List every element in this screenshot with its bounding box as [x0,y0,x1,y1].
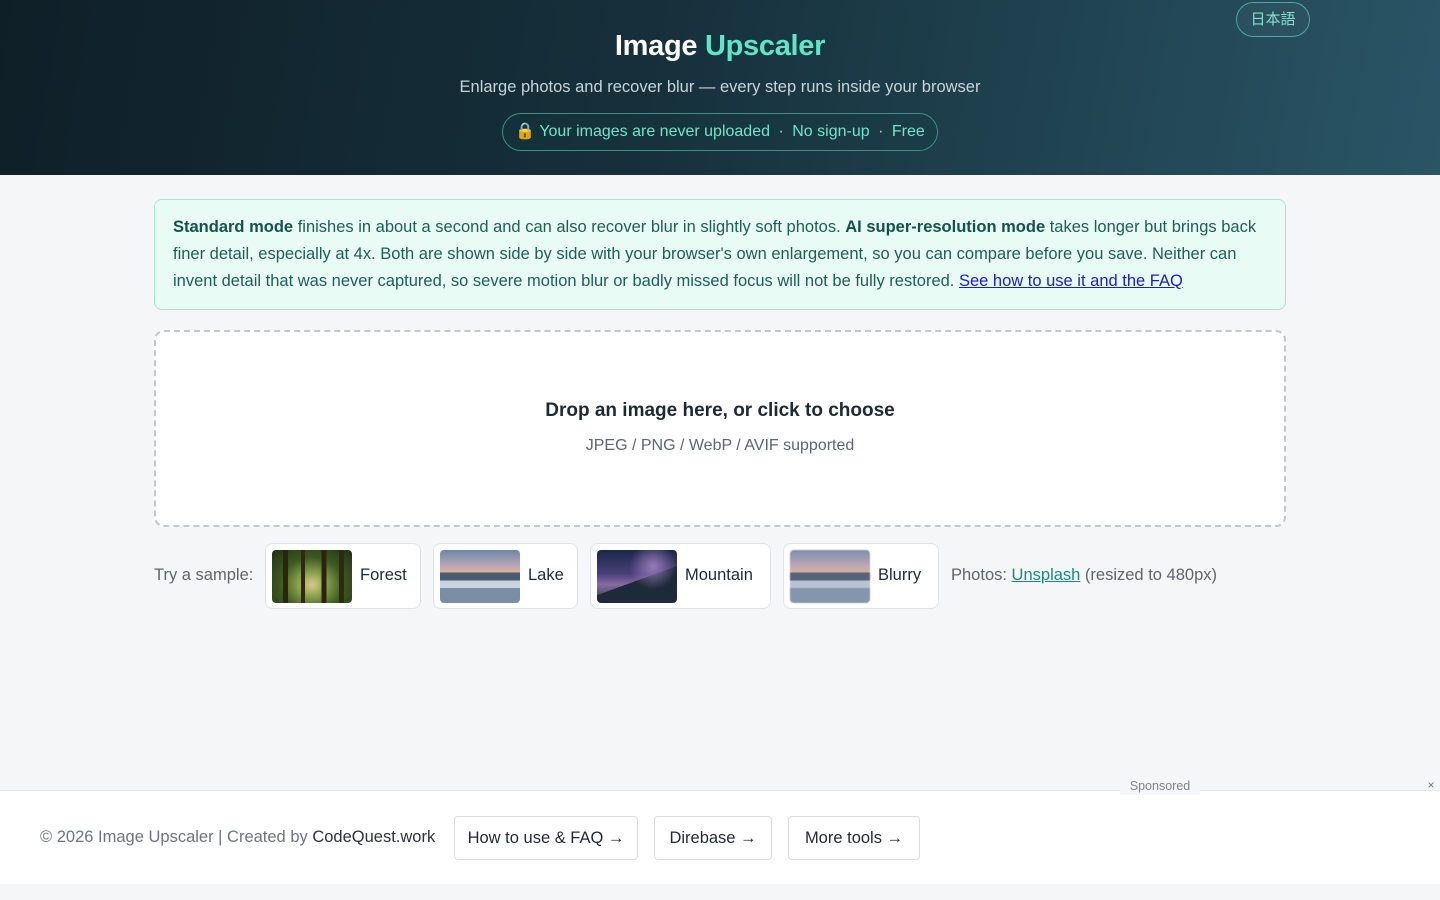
sample-label: Blurry [878,566,922,584]
credit-suffix: (resized to 480px) [1080,566,1217,584]
copyright-text: © 2026 Image Upscaler | Created by [40,828,313,846]
supported-formats: JPEG / PNG / WebP / AVIF supported [585,437,855,454]
image-drop-zone[interactable]: Drop an image here, or click to choose J… [154,330,1286,527]
trust-separator: · [778,123,784,140]
blurry-thumbnail [790,550,870,603]
lock-icon: 🔒 [515,123,536,140]
mode-info-box: Standard mode finishes in about a second… [154,199,1286,310]
mountain-thumbnail [597,550,677,603]
trust-separator: · [878,123,884,140]
sample-label: Mountain [685,566,753,584]
page-title: Image Upscaler [0,30,1440,63]
unsplash-link[interactable]: Unsplash [1012,566,1081,584]
standard-mode-label: Standard mode [173,218,294,236]
forest-thumbnail [272,550,352,603]
drop-zone-title: Drop an image here, or click to choose [545,400,895,421]
lake-thumbnail [440,550,520,603]
close-icon[interactable]: × [1425,778,1437,792]
trust-badge: 🔒 Your images are never uploaded · No si… [502,113,938,151]
more-tools-button[interactable]: More tools → [788,816,920,860]
trust-no-upload: Your images are never uploaded [539,123,770,140]
how-to-use-faq-button[interactable]: How to use & FAQ → [454,816,638,860]
footer-copyright: © 2026 Image Upscaler | Created by CodeQ… [40,828,435,847]
trust-free: Free [891,123,925,140]
sponsored-label: Sponsored [1120,779,1200,795]
trust-no-signup: No sign-up [792,123,870,140]
ai-mode-label: AI super-resolution mode [845,218,1046,236]
sample-label: Forest [360,566,407,584]
sample-mountain-button[interactable]: Mountain [590,543,771,609]
sample-label: Lake [528,566,564,584]
samples-label: Try a sample: [154,566,254,584]
standard-mode-text: finishes in about a second and can also … [293,218,846,236]
page-header: 日本語 Image Upscaler Enlarge photos and re… [0,0,1440,175]
sample-lake-button[interactable]: Lake [433,543,578,609]
credit-prefix: Photos: [951,566,1012,584]
title-image: Image [614,30,698,62]
faq-link[interactable]: See how to use it and the FAQ [959,272,1183,290]
photos-credit: Photos: Unsplash (resized to 480px) [951,566,1217,585]
page-footer: © 2026 Image Upscaler | Created by CodeQ… [0,790,1440,884]
bottom-strip [0,884,1440,900]
direbase-button[interactable]: Direbase → [654,816,772,860]
title-upscaler: Upscaler [704,30,826,62]
page-subtitle: Enlarge photos and recover blur — every … [459,78,981,96]
sample-blurry-button[interactable]: Blurry [783,543,939,609]
creator-link[interactable]: CodeQuest.work [312,828,435,846]
sample-forest-button[interactable]: Forest [265,543,421,609]
